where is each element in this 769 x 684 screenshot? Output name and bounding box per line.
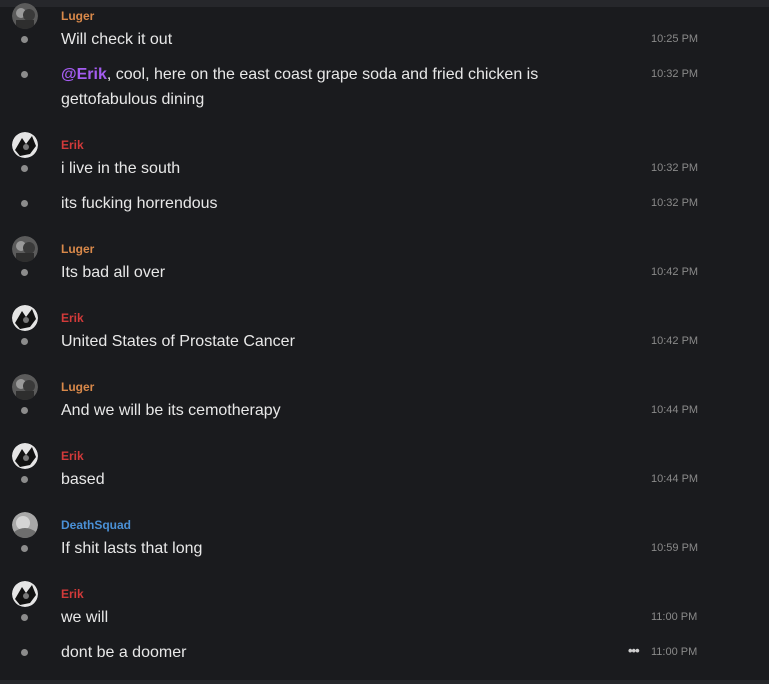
message-timestamp: 10:42 PM	[651, 335, 699, 347]
username-deathsquad[interactable]: DeathSquad	[61, 518, 131, 532]
message-timestamp: 10:32 PM	[651, 197, 699, 209]
message-text: i live in the south	[61, 160, 181, 177]
message-text: Its bad all over	[61, 264, 166, 281]
message-dot	[21, 165, 28, 172]
message-text: Will check it out	[61, 31, 173, 48]
avatar-erik[interactable]	[12, 443, 38, 469]
ellipsis-icon[interactable]: •••	[628, 644, 640, 657]
message-timestamp: 10:44 PM	[651, 404, 699, 416]
message-text: we will	[61, 609, 109, 626]
message-timestamp: 10:59 PM	[651, 542, 699, 554]
username-erik[interactable]: Erik	[61, 138, 84, 152]
message-text: dont be a doomer	[61, 644, 187, 661]
username-erik[interactable]: Erik	[61, 311, 84, 325]
username-erik[interactable]: Erik	[61, 449, 84, 463]
message-dot	[21, 71, 28, 78]
username-erik[interactable]: Erik	[61, 587, 84, 601]
avatar-erik[interactable]	[12, 132, 38, 158]
mention-erik[interactable]: @Erik	[61, 66, 107, 83]
avatar-erik[interactable]	[12, 581, 38, 607]
message-dot	[21, 407, 28, 414]
username-luger[interactable]: Luger	[61, 242, 94, 256]
message-timestamp: 10:32 PM	[651, 68, 699, 80]
message-text: United States of Prostate Cancer	[61, 333, 295, 350]
message-text: based	[61, 471, 105, 488]
avatar-luger[interactable]	[12, 374, 38, 400]
message-timestamp: 10:32 PM	[651, 162, 699, 174]
message-dot	[21, 269, 28, 276]
message-dot	[21, 614, 28, 621]
avatar-deathsquad[interactable]	[12, 512, 38, 538]
message-dot	[21, 338, 28, 345]
avatar-luger[interactable]	[12, 236, 38, 262]
message-dot	[21, 476, 28, 483]
message-dot	[21, 36, 28, 43]
message-timestamp: 10:25 PM	[651, 33, 699, 45]
message-dot	[21, 649, 28, 656]
message-dot	[21, 545, 28, 552]
message-body: , cool, here on the east coast grape sod…	[61, 66, 539, 108]
message-text: If shit lasts that long	[61, 540, 203, 557]
message-timestamp: 10:44 PM	[651, 473, 699, 485]
username-luger[interactable]: Luger	[61, 9, 94, 23]
bottom-bar	[0, 680, 769, 684]
message-text: its fucking horrendous	[61, 195, 218, 212]
avatar-erik[interactable]	[12, 305, 38, 331]
message-feed: Luger Will check it out 10:25 PM @Erik, …	[0, 0, 769, 684]
message-timestamp: 10:42 PM	[651, 266, 699, 278]
message-timestamp: 11:00 PM	[651, 646, 698, 658]
message-dot	[21, 200, 28, 207]
username-luger[interactable]: Luger	[61, 380, 94, 394]
message-text: @Erik, cool, here on the east coast grap…	[61, 62, 581, 112]
message-text: And we will be its cemotherapy	[61, 402, 281, 419]
message-timestamp: 11:00 PM	[651, 611, 698, 623]
avatar-luger[interactable]	[12, 3, 38, 29]
